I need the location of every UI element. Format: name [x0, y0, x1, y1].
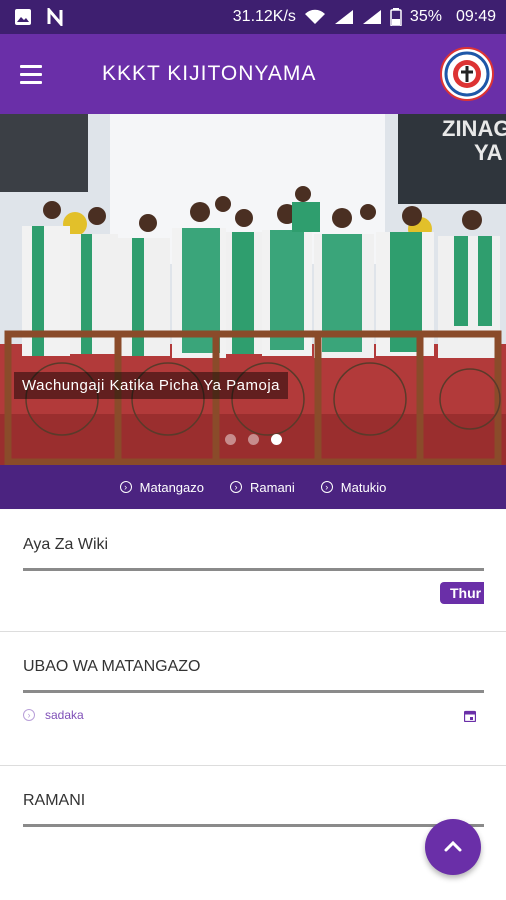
signal-icon — [362, 10, 381, 24]
battery-percent: 35% — [409, 8, 442, 25]
tab-label: Matukio — [340, 479, 387, 495]
n-icon — [47, 8, 63, 26]
wifi-icon — [304, 9, 325, 24]
aya-za-wiki-section: Aya Za Wiki Thur — [0, 510, 506, 632]
scroll-up-button[interactable] — [425, 819, 481, 875]
section-divider — [23, 690, 484, 693]
chevron-up-icon — [444, 840, 462, 852]
section-title: UBAO WA MATANGAZO — [23, 658, 201, 675]
slide-caption: Wachungaji Katika Picha Ya Pamoja — [14, 372, 289, 399]
status-bar: 31.12K/s 35% 09:49 — [0, 0, 506, 34]
quick-links-bar: › Matangazo › Ramani › Matukio — [0, 465, 506, 509]
group-photo: ZINAG YA — [0, 114, 506, 465]
app-bar: KKKT KIJITONYAMA — [0, 34, 506, 114]
carousel-dot[interactable] — [247, 434, 259, 445]
calendar-icon[interactable] — [464, 710, 476, 722]
carousel-indicator — [0, 434, 506, 445]
hamburger-menu-icon[interactable] — [20, 49, 70, 99]
battery-icon — [390, 8, 402, 26]
chevron-circle-icon: › — [119, 481, 132, 493]
carousel-dot-active[interactable] — [270, 434, 282, 445]
ubao-wa-matangazo-section: UBAO WA MATANGAZO › sadaka — [0, 632, 506, 766]
signal-icon — [334, 10, 353, 24]
app-title: KKKT KIJITONYAMA — [102, 62, 317, 85]
announcement-label: sadaka — [45, 708, 84, 722]
section-title: RAMANI — [23, 792, 86, 809]
tab-matangazo[interactable]: › Matangazo — [119, 479, 204, 495]
section-divider — [23, 824, 484, 827]
tab-label: Matangazo — [139, 479, 204, 495]
announcement-item[interactable]: › sadaka — [23, 708, 84, 722]
chevron-circle-icon: › — [230, 481, 242, 493]
chevron-circle-icon: › — [320, 481, 333, 493]
tab-ramani[interactable]: › Ramani — [230, 480, 295, 495]
backdrop-text: YA — [474, 140, 503, 165]
network-speed: 31.12K/s — [232, 8, 296, 25]
day-pill[interactable]: Thur — [440, 582, 484, 604]
tab-matukio[interactable]: › Matukio — [320, 479, 387, 495]
image-icon — [15, 9, 31, 25]
section-title: Aya Za Wiki — [23, 536, 109, 553]
chevron-circle-icon: › — [23, 709, 35, 721]
church-seal-logo — [440, 47, 494, 101]
section-divider — [23, 568, 484, 571]
tab-label: Ramani — [250, 479, 295, 495]
clock: 09:49 — [455, 8, 496, 25]
carousel-dot[interactable] — [224, 434, 236, 445]
hero-carousel[interactable]: ZINAG YA Wachungaji Katika Picha Ya Pamo… — [0, 114, 506, 465]
backdrop-text: ZINAG — [442, 116, 506, 141]
